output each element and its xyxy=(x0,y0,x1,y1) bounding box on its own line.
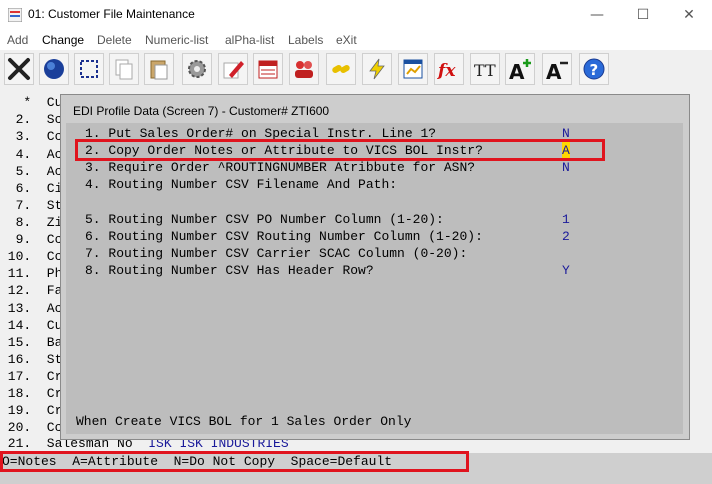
help-icon: ? xyxy=(583,58,605,80)
font-increase-icon: A xyxy=(509,59,531,81)
globe-icon xyxy=(44,59,64,79)
option-label: 5. Routing Number CSV PO Number Column (… xyxy=(85,212,444,227)
field-row: 14. Cu xyxy=(0,318,63,333)
menu-delete[interactable]: Delete xyxy=(97,33,132,47)
field-row: 7. St xyxy=(0,198,63,213)
field-row: 6. Ci xyxy=(0,181,63,196)
option-label: 7. Routing Number CSV Carrier SCAC Colum… xyxy=(85,246,468,261)
field-row: * Cu xyxy=(0,95,63,110)
users-button[interactable] xyxy=(289,53,319,85)
field-row: 4. Ac xyxy=(0,147,63,162)
menu-add[interactable]: Add xyxy=(7,33,28,47)
minimize-button[interactable]: — xyxy=(574,0,620,30)
field-row: 8. Zi xyxy=(0,215,63,230)
report-icon xyxy=(403,59,423,79)
lightning-icon xyxy=(369,58,385,80)
svg-text:TT: TT xyxy=(474,61,496,80)
field-row: 10. Cc xyxy=(0,249,63,264)
settings-button[interactable] xyxy=(182,53,212,85)
edit-icon xyxy=(223,61,244,79)
svg-text:?: ? xyxy=(590,61,599,79)
function-icon: fx xyxy=(437,61,456,81)
menu-labels[interactable]: Labels xyxy=(288,33,323,47)
field-row: 16. St xyxy=(0,352,63,367)
font-button[interactable]: TT xyxy=(470,53,500,85)
option-value[interactable]: 2 xyxy=(562,228,570,245)
close-button[interactable]: ✕ xyxy=(666,0,712,30)
status-highlight-box xyxy=(0,451,469,472)
dialog-hint: When Create VICS BOL for 1 Sales Order O… xyxy=(76,414,412,429)
tools-button[interactable] xyxy=(4,53,34,85)
option-label: 4. Routing Number CSV Filename And Path: xyxy=(85,177,398,192)
svg-text:A: A xyxy=(509,60,525,81)
menu-exit[interactable]: eXit xyxy=(336,33,357,47)
menu-bar: Add Change Delete Numeric-list alPha-lis… xyxy=(0,30,712,50)
globe-button[interactable] xyxy=(39,53,69,85)
field-row: 3. Cc xyxy=(0,129,63,144)
paste-icon xyxy=(150,60,168,80)
settings-icon xyxy=(188,60,206,78)
field-row: 11. Ph xyxy=(0,266,63,281)
field-row: 15. Ba xyxy=(0,335,63,350)
field-row: 12. Fa xyxy=(0,283,63,298)
title-bar: 01: Customer File Maintenance — ☐ ✕ xyxy=(0,0,712,30)
select-button[interactable] xyxy=(74,53,104,85)
option-value[interactable]: 1 xyxy=(562,211,570,228)
menu-numeric-list[interactable]: Numeric-list xyxy=(145,33,208,47)
highlight-box xyxy=(75,139,605,161)
select-icon xyxy=(80,60,98,78)
calendar-button[interactable] xyxy=(253,53,283,85)
svg-text:A: A xyxy=(546,60,562,81)
option-label: 3. Require Order ^ROUTINGNUMBER Atribbut… xyxy=(85,160,476,175)
copy-button[interactable] xyxy=(109,53,139,85)
field-row: 2. Sc xyxy=(0,112,63,127)
dialog-title: EDI Profile Data (Screen 7) - Customer# … xyxy=(73,104,330,118)
users-icon xyxy=(295,61,313,78)
field-row: 5. Ac xyxy=(0,164,63,179)
calendar-icon xyxy=(258,60,278,79)
field-row: 13. Ac xyxy=(0,301,63,316)
function-button[interactable]: fx xyxy=(434,53,464,85)
field-row: 18. Cr xyxy=(0,386,63,401)
option-value[interactable]: Y xyxy=(562,262,570,279)
font-decrease-icon: A xyxy=(546,60,568,81)
field-row: 17. Cr xyxy=(0,369,63,384)
option-label: 8. Routing Number CSV Has Header Row? xyxy=(85,263,374,278)
menu-alpha-list[interactable]: alPha-list xyxy=(225,33,274,47)
lightning-button[interactable] xyxy=(362,53,392,85)
font-increase-button[interactable]: A xyxy=(505,53,535,85)
maximize-button[interactable]: ☐ xyxy=(620,0,666,30)
link-icon xyxy=(332,65,350,73)
field-row: 19. Cr xyxy=(0,403,63,418)
field-row: 9. Cc xyxy=(0,232,63,247)
link-button[interactable] xyxy=(326,53,356,85)
option-label: 6. Routing Number CSV Routing Number Col… xyxy=(85,229,483,244)
svg-text:fx: fx xyxy=(437,61,456,81)
paste-button[interactable] xyxy=(144,53,174,85)
dialog-body: 1. Put Sales Order# on Special Instr. Li… xyxy=(66,123,683,434)
font-icon: TT xyxy=(474,61,496,80)
toolbar: fx TT A A ? xyxy=(0,50,712,91)
menu-change[interactable]: Change xyxy=(42,33,84,47)
app-icon xyxy=(8,8,22,22)
edit-button[interactable] xyxy=(218,53,248,85)
option-value[interactable]: N xyxy=(562,159,570,176)
window-title: 01: Customer File Maintenance xyxy=(28,7,195,21)
tools-icon xyxy=(8,58,30,80)
help-button[interactable]: ? xyxy=(579,53,609,85)
report-button[interactable] xyxy=(398,53,428,85)
font-decrease-button[interactable]: A xyxy=(542,53,572,85)
field-row: 20. Cc xyxy=(0,420,63,435)
copy-icon xyxy=(115,59,133,80)
